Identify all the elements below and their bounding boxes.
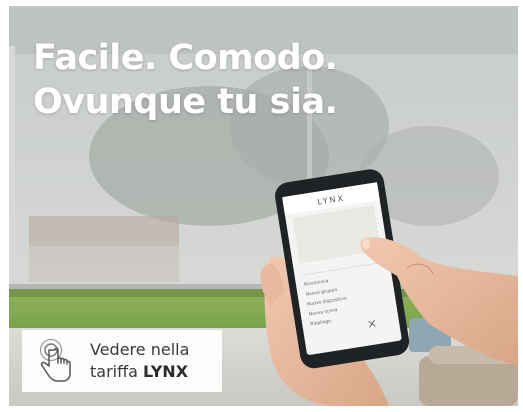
headline-line-2: Ovunque tu sia. bbox=[33, 82, 338, 122]
cta-line-2: tariffa LYNX bbox=[90, 361, 189, 383]
cta-brand: LYNX bbox=[143, 362, 189, 381]
cta-line-1: Vedere nella bbox=[90, 340, 190, 359]
house-roof bbox=[29, 216, 179, 246]
ad-banner[interactable]: LYNX Ricomincia Nuovo gruppo Nuovo dispo… bbox=[9, 6, 518, 406]
cta-line-2-prefix: tariffa bbox=[90, 362, 144, 381]
view-lynx-pricing-button[interactable]: Vedere nella tariffa LYNX bbox=[22, 330, 222, 392]
headline-line-1: Facile. Comodo. bbox=[33, 38, 338, 78]
cta-label: Vedere nella tariffa LYNX bbox=[90, 339, 189, 383]
touch-hand-icon bbox=[39, 338, 71, 382]
house-wall bbox=[29, 242, 179, 282]
headline: Facile. Comodo. Ovunque tu sia. bbox=[33, 36, 338, 124]
